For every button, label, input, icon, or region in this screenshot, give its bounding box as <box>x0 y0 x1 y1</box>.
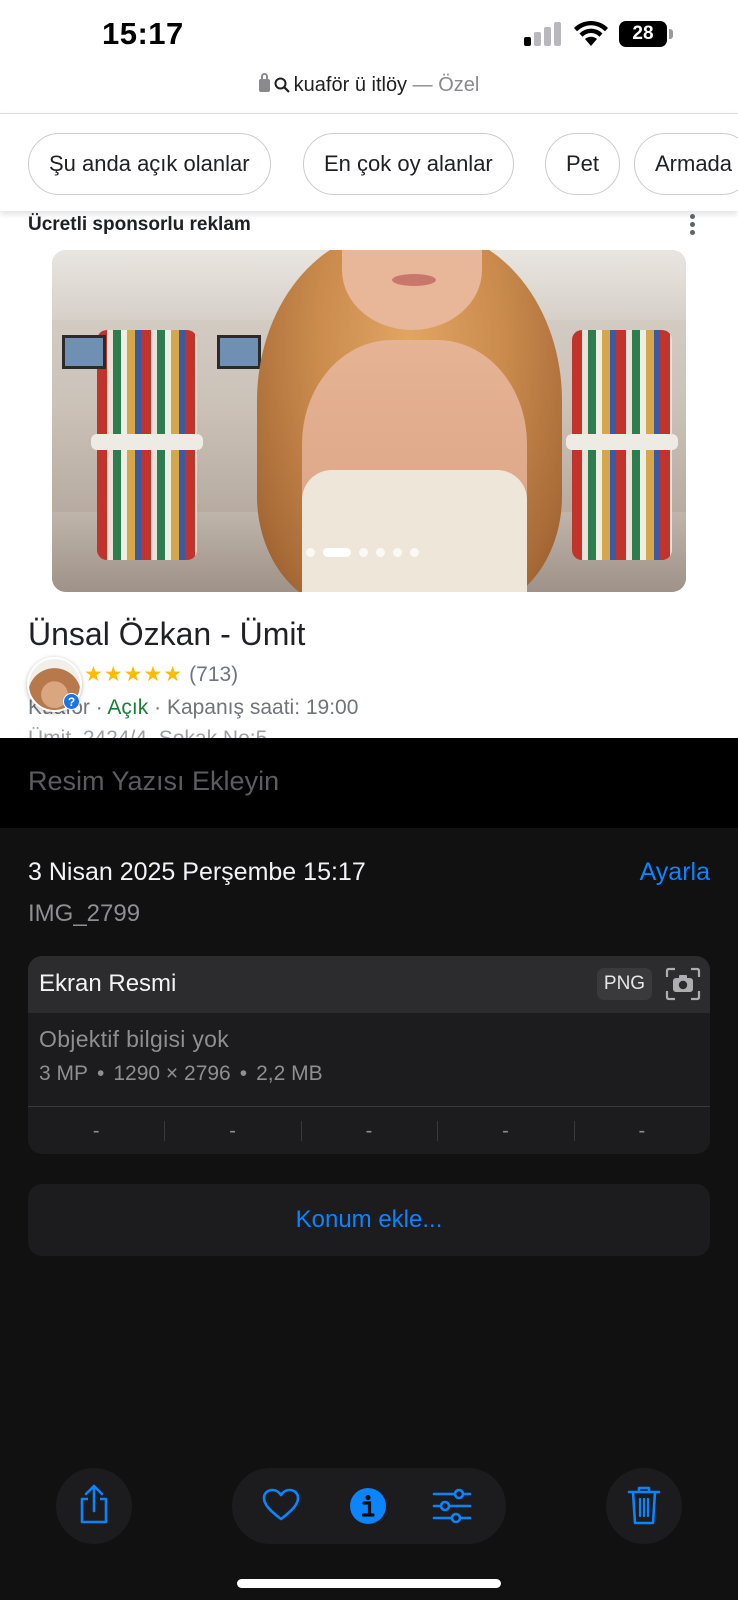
heart-icon[interactable] <box>262 1488 300 1522</box>
business-address: Ümit, 2424/4. Sokak No:5 <box>28 727 267 738</box>
cellular-signal-icon <box>524 22 562 46</box>
battery-nub <box>669 29 673 39</box>
image-specs: 3 MP • 1290 × 2796 • 2,2 MB <box>39 1062 323 1086</box>
private-mode-label: Özel <box>438 74 480 96</box>
share-icon <box>80 1484 108 1524</box>
toolbar-center-group <box>232 1468 506 1544</box>
share-button[interactable] <box>56 1468 132 1544</box>
adjust-button[interactable]: Ayarla <box>640 858 710 887</box>
screenshot-preview[interactable]: 15:17 28 kuaför ü itlöy — Özel Şu anda a… <box>0 0 738 738</box>
screenshot-camera-icon <box>665 967 701 1001</box>
exif-aperture: - <box>437 1107 573 1154</box>
salon-screen-left <box>62 335 106 369</box>
dimensions: 1290 × 2796 <box>113 1062 231 1085</box>
home-indicator <box>237 1579 501 1588</box>
chip-open-now[interactable]: Şu anda açık olanlar <box>28 133 271 195</box>
business-name[interactable]: Ünsal Özkan - Ümit <box>28 616 305 653</box>
exif-row: - - - - - <box>28 1106 710 1154</box>
rating-row: ★★★★★ (713) <box>84 662 238 687</box>
carousel-indicator <box>306 544 427 558</box>
delete-button[interactable] <box>606 1468 682 1544</box>
sponsored-label: Ücretli sponsorlu reklam <box>28 214 251 235</box>
salon-shelf-right <box>566 330 678 560</box>
carousel-dot-active <box>323 548 351 558</box>
metadata-card: Ekran Resmi PNG Objektif bilgisi yok 3 M… <box>28 956 710 1154</box>
megapixels: 3 MP <box>39 1062 89 1085</box>
chip-pet[interactable]: Pet <box>545 133 621 195</box>
filter-chip-bar: Şu anda açık olanlar En çok oy alanlar P… <box>0 113 738 211</box>
review-count: (713) <box>189 663 239 686</box>
info-icon[interactable] <box>349 1487 387 1525</box>
url-text: kuaför ü itlöy <box>293 74 408 96</box>
lens-info: Objektif bilgisi yok <box>39 1026 230 1052</box>
spec-bullet: • <box>239 1062 248 1085</box>
model-lips <box>392 274 436 286</box>
spec-bullet: • <box>97 1062 105 1085</box>
salon-screen-center <box>217 335 261 369</box>
trash-icon <box>627 1486 661 1525</box>
star-rating-icon: ★★★★★ <box>84 663 184 686</box>
lock-icon <box>258 73 270 92</box>
chip-top-rated[interactable]: En çok oy alanlar <box>303 133 514 195</box>
file-size: 2,2 MB <box>256 1062 323 1085</box>
format-badge: PNG <box>597 968 652 1000</box>
salon-shelf-left <box>91 330 203 560</box>
photo-datetime: 3 Nisan 2025 Perşembe 15:17 <box>28 858 366 886</box>
status-time: 15:17 <box>102 16 184 51</box>
capture-type: Ekran Resmi <box>39 970 177 997</box>
closing-time: Kapanış saati: 19:00 <box>166 696 359 719</box>
address-bar[interactable]: kuaför ü itlöy — Özel <box>0 73 738 108</box>
exif-exposure: - <box>300 1107 437 1154</box>
meta-dot: · <box>154 696 162 719</box>
help-badge-icon: ? <box>63 693 80 710</box>
photo-info-sheet: 3 Nisan 2025 Perşembe 15:17 Ayarla IMG_2… <box>0 828 738 1600</box>
battery-icon: 28 <box>619 21 667 47</box>
add-location-button[interactable]: Konum ekle... <box>28 1184 710 1256</box>
caption-input[interactable]: Resim Yazısı Ekleyin <box>28 766 279 797</box>
meta-dot: · <box>95 696 103 719</box>
exif-iso: - <box>92 1120 100 1142</box>
caption-bar: Resim Yazısı Ekleyin <box>0 738 738 828</box>
ad-carousel-image[interactable] <box>52 250 686 592</box>
model-top <box>302 470 527 592</box>
url-separator: — <box>412 74 433 96</box>
more-options-icon[interactable] <box>688 214 696 238</box>
exif-shutter: - <box>573 1107 710 1154</box>
wifi-icon <box>574 20 608 46</box>
adjust-sliders-icon[interactable] <box>432 1488 472 1524</box>
open-status: Açık <box>107 696 149 719</box>
photo-filename: IMG_2799 <box>28 900 141 927</box>
status-bar: 15:17 28 <box>0 0 738 70</box>
exif-focal-length: - <box>164 1107 300 1154</box>
chip-armada[interactable]: Armada <box>634 133 738 195</box>
metadata-card-header: Ekran Resmi PNG <box>28 956 710 1013</box>
search-icon <box>274 77 290 93</box>
